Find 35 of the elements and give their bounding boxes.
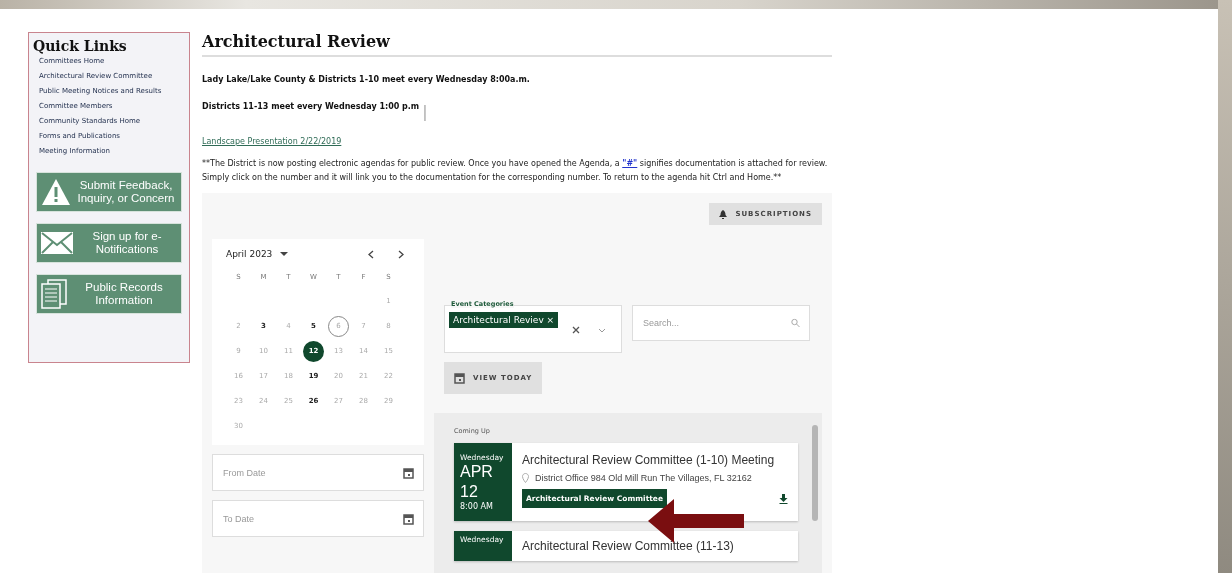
presentation-link[interactable]: Landscape Presentation 2/22/2019 <box>202 137 832 146</box>
calendar-icon <box>403 466 414 479</box>
clear-icon[interactable] <box>572 326 581 334</box>
category-chip[interactable]: Architectural Reviev × <box>449 312 559 328</box>
event-title: Architectural Review Committee (1-10) Meeting <box>522 453 776 467</box>
month-label[interactable]: April 2023 <box>226 249 273 259</box>
quick-link-tile[interactable]: Submit Feedback, Inquiry, or Concern <box>36 172 182 212</box>
from-date-field[interactable]: From Date <box>212 454 424 491</box>
search-field[interactable]: Search... <box>632 305 810 341</box>
calendar-icon <box>403 512 414 525</box>
schedule-text: Districts 11-13 meet every Wednesday 1:00 p.m <box>202 102 420 113</box>
documents-icon <box>41 279 67 309</box>
schedule-text: Lady Lake/Lake County & Districts 1-10 meet every Wednesday 8:00a.m. <box>202 75 531 84</box>
chevron-down-icon[interactable] <box>598 328 607 333</box>
bell-icon <box>719 209 728 219</box>
page-title: Architectural Review <box>202 32 832 57</box>
download-icon[interactable] <box>779 493 788 504</box>
previous-icon[interactable] <box>368 249 374 259</box>
quick-link-tile[interactable]: Sign up for e-Notifications <box>36 223 182 263</box>
event-title: Architectural Review Committee (11-13) <box>522 539 735 553</box>
quick-link-tile[interactable]: Public Records Information <box>36 274 182 314</box>
event-location: District Office 984 Old Mill Run The Villages, FL 32162 <box>535 473 752 483</box>
dropdown-icon[interactable] <box>280 251 289 257</box>
hash-link[interactable]: "#" <box>622 159 638 168</box>
warning-icon <box>41 178 71 206</box>
to-date-field[interactable]: To Date <box>212 500 424 537</box>
notice-text: **The District is now posting electronic agendas for public review. Once you have opened the Agenda, a "#" signifies documentation is attached for review. Simply click on the number and it will link you to the documentation for the corresponding number. To return to the agenda hit Ctrl and Home.** <box>202 158 829 184</box>
location-pin-icon <box>522 473 529 483</box>
scrollbar[interactable] <box>812 425 818 521</box>
calendar-icon <box>454 372 465 384</box>
search-icon <box>791 318 800 328</box>
next-icon[interactable] <box>398 249 404 259</box>
envelope-icon <box>41 232 73 254</box>
separator: | <box>422 102 428 121</box>
sidebar-title: Quick Links <box>33 38 128 54</box>
